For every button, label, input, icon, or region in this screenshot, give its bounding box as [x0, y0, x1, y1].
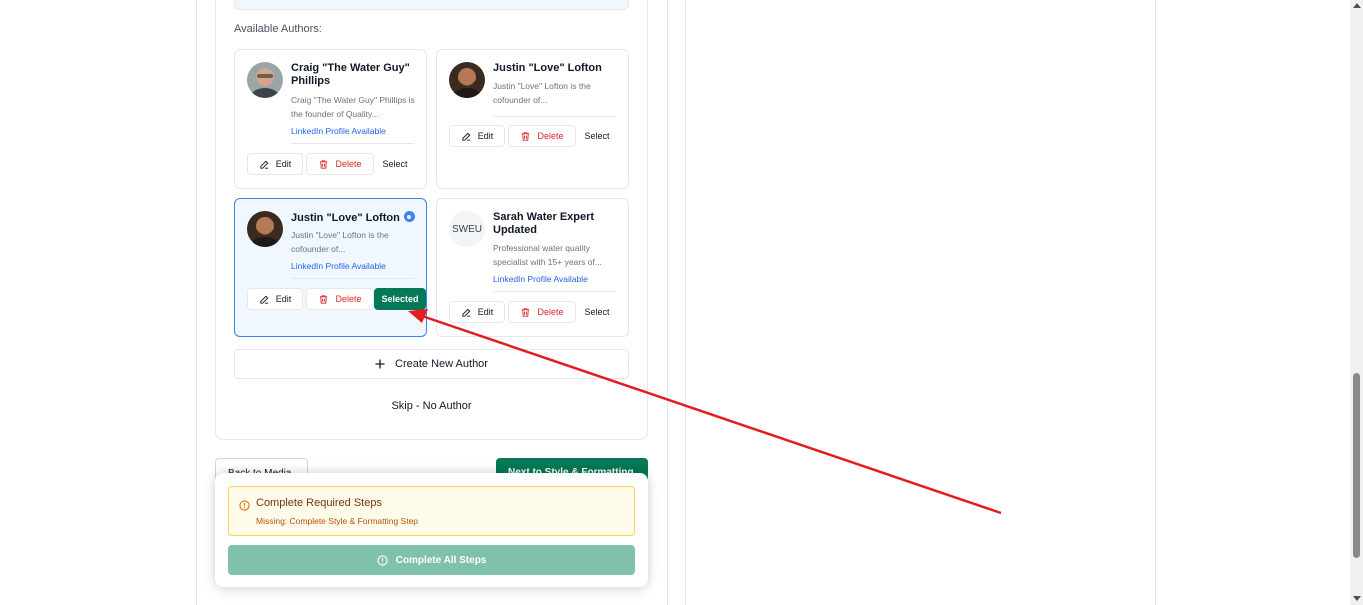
create-new-author-label: Create New Author	[395, 358, 488, 370]
warning-message: Missing: Complete Style & Formatting Ste…	[256, 516, 419, 526]
selected-author-button[interactable]: Selected	[374, 288, 426, 310]
radio-selected-icon	[403, 211, 415, 222]
scroll-up-arrow-icon[interactable]	[1353, 3, 1361, 8]
complete-all-steps-button[interactable]: Complete All Steps	[228, 545, 635, 575]
author-description: Craig "The Water Guy" Phillips is the fo…	[291, 95, 415, 119]
page: Available Authors: Craig "The Water Guy"…	[0, 0, 1363, 605]
select-author-button[interactable]: Select	[577, 125, 617, 147]
select-author-button[interactable]: Select	[577, 301, 617, 323]
edit-author-button[interactable]: Edit	[247, 288, 303, 310]
author-name: Justin "Love" Lofton	[291, 211, 416, 225]
linkedin-profile-link[interactable]: LinkedIn Profile Available	[291, 261, 386, 271]
author-name: Craig "The Water Guy" Phillips	[291, 62, 410, 87]
author-card-sarah-water-expert[interactable]: SWEU Sarah Water Expert Updated Professi…	[436, 198, 629, 337]
edit-label: Edit	[275, 159, 292, 169]
pencil-icon	[461, 131, 472, 142]
author-card-justin-lofton-selected[interactable]: Justin "Love" Lofton Justin "Love" Lofto…	[234, 198, 427, 337]
delete-label: Delete	[537, 307, 564, 317]
edit-label: Edit	[477, 131, 494, 141]
card-divider	[291, 143, 414, 144]
left-column-border	[196, 0, 197, 605]
author-name: Justin "Love" Lofton	[493, 62, 602, 74]
progress-status-popup: Complete Required Steps Missing: Complet…	[215, 473, 648, 587]
edit-label: Edit	[275, 294, 292, 304]
author-avatar	[449, 62, 485, 98]
author-card-craig-phillips[interactable]: Craig "The Water Guy" Phillips Craig "Th…	[234, 49, 427, 189]
scroll-down-arrow-icon[interactable]	[1353, 596, 1361, 601]
delete-label: Delete	[537, 131, 564, 141]
trash-icon	[520, 131, 531, 142]
card-divider	[493, 291, 616, 292]
alert-circle-icon	[239, 498, 250, 516]
skip-no-author-button[interactable]: Skip - No Author	[234, 396, 629, 416]
left-column-border-right	[667, 0, 668, 605]
pencil-icon	[259, 159, 270, 170]
annotation-arrow	[408, 309, 1002, 515]
author-name-text: Justin "Love" Lofton	[291, 212, 400, 224]
delete-label: Delete	[335, 294, 362, 304]
edit-author-button[interactable]: Edit	[247, 153, 303, 175]
author-avatar	[247, 62, 283, 98]
required-steps-warning: Complete Required Steps Missing: Complet…	[228, 486, 635, 536]
available-authors-label: Available Authors:	[234, 23, 322, 35]
plus-icon	[375, 359, 385, 369]
delete-label: Delete	[335, 159, 362, 169]
alert-circle-icon	[376, 554, 388, 566]
select-author-button[interactable]: Select	[375, 153, 415, 175]
author-description: Justin "Love" Lofton is the cofounder of…	[291, 230, 389, 254]
right-panel-border-right	[1155, 0, 1156, 605]
pencil-icon	[461, 307, 472, 318]
linkedin-profile-link[interactable]: LinkedIn Profile Available	[493, 274, 588, 284]
card-divider	[291, 278, 414, 279]
delete-author-button[interactable]: Delete	[306, 153, 374, 175]
delete-author-button[interactable]: Delete	[508, 125, 576, 147]
pencil-icon	[259, 294, 270, 305]
create-new-author-button[interactable]: Create New Author	[234, 349, 629, 379]
author-card-justin-lofton[interactable]: Justin "Love" Lofton Justin "Love" Lofto…	[436, 49, 629, 189]
trash-icon	[318, 159, 329, 170]
author-description: Justin "Love" Lofton is the cofounder of…	[493, 81, 591, 105]
trash-icon	[318, 294, 329, 305]
card-divider	[493, 116, 616, 117]
vertical-scrollbar[interactable]	[1350, 0, 1363, 605]
author-description: Professional water quality specialist wi…	[493, 243, 602, 267]
delete-author-button[interactable]: Delete	[508, 301, 576, 323]
edit-label: Edit	[477, 307, 494, 317]
edit-author-button[interactable]: Edit	[449, 125, 505, 147]
trash-icon	[520, 307, 531, 318]
scrollbar-thumb[interactable]	[1353, 373, 1360, 558]
info-strip	[234, 0, 629, 10]
complete-all-steps-label: Complete All Steps	[395, 554, 487, 566]
author-avatar	[247, 211, 283, 247]
author-name: Sarah Water Expert Updated	[493, 211, 595, 236]
right-panel-border-left	[685, 0, 686, 605]
linkedin-profile-link[interactable]: LinkedIn Profile Available	[291, 126, 386, 136]
author-initials-avatar: SWEU	[449, 211, 485, 247]
warning-title: Complete Required Steps	[256, 497, 382, 509]
edit-author-button[interactable]: Edit	[449, 301, 505, 323]
delete-author-button[interactable]: Delete	[306, 288, 374, 310]
